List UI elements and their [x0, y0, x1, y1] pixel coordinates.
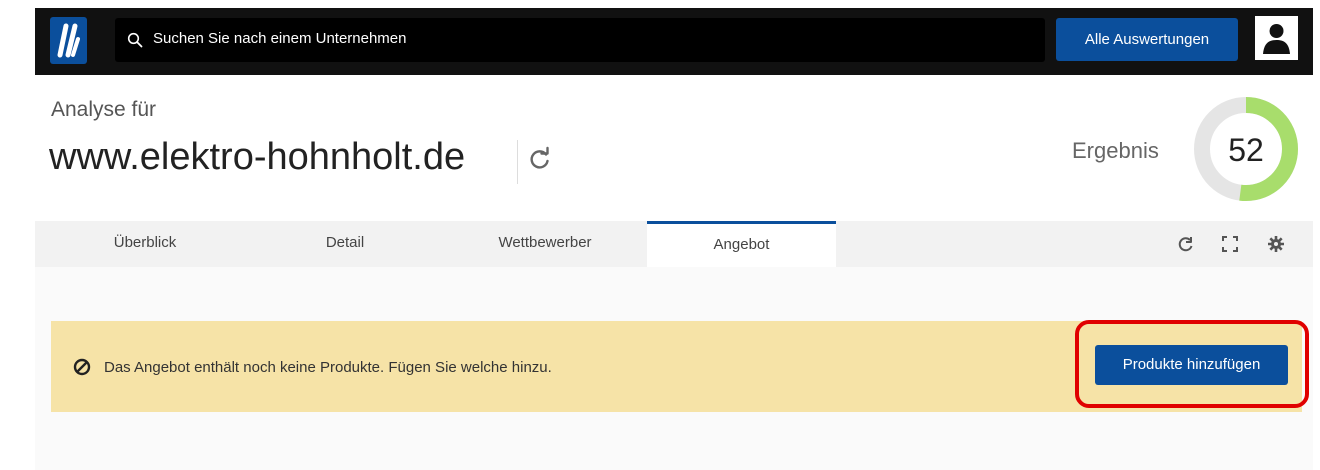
score-label: Ergebnis [1072, 138, 1159, 163]
tab-detail[interactable]: Detail [270, 221, 420, 267]
all-reports-button[interactable]: Alle Auswertungen [1056, 18, 1238, 61]
score-value: 52 [1228, 132, 1264, 168]
score-gauge: 52 [1194, 97, 1298, 201]
search-placeholder: Suchen Sie nach einem Unternehmen [153, 30, 407, 47]
analyse-label: Analyse für [51, 98, 157, 121]
tab-ueberblick[interactable]: Überblick [70, 221, 220, 267]
search-input[interactable]: Suchen Sie nach einem Unternehmen [115, 18, 1045, 62]
fullscreen-icon[interactable] [1221, 235, 1239, 253]
top-navigation-bar: Suchen Sie nach einem Unternehmen Alle A… [35, 8, 1313, 75]
notice-message: Das Angebot enthält noch keine Produkte.… [104, 359, 552, 376]
search-icon [127, 32, 143, 48]
settings-icon[interactable] [1267, 235, 1285, 253]
share-icon[interactable] [1177, 235, 1195, 253]
title-divider [517, 140, 518, 184]
tab-angebot[interactable]: Angebot [647, 221, 836, 267]
page-title-domain: www.elektro-hohnholt.de [49, 136, 466, 178]
refresh-icon[interactable] [527, 146, 553, 172]
tab-wettbewerber[interactable]: Wettbewerber [445, 221, 645, 267]
ban-icon [73, 358, 91, 376]
user-avatar[interactable] [1255, 16, 1298, 60]
brand-logo-icon[interactable] [50, 17, 87, 64]
tab-bar: Überblick Detail Wettbewerber Angebot [35, 221, 1313, 267]
user-icon [1263, 24, 1290, 54]
highlight-frame [1075, 320, 1309, 408]
